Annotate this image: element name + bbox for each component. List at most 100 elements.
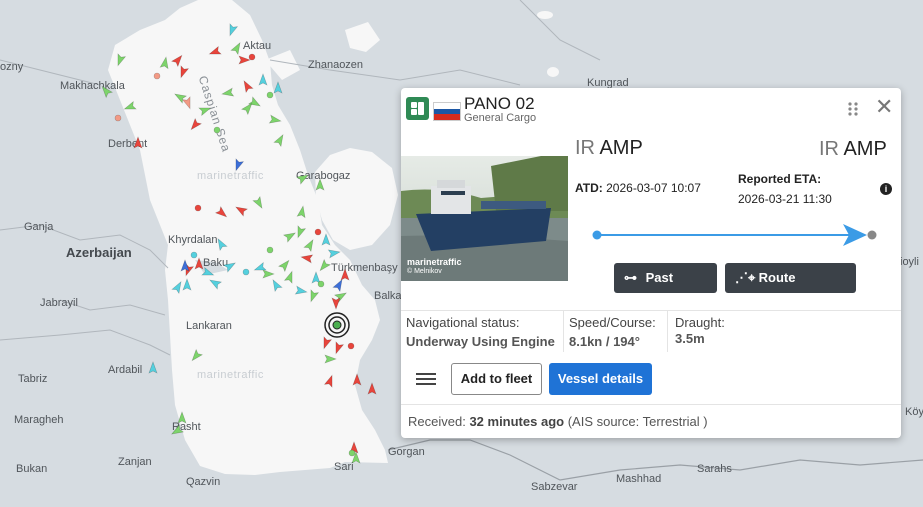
vessel-marker[interactable] (222, 260, 238, 273)
vessel-marker[interactable] (323, 374, 336, 388)
vessel-marker[interactable] (348, 449, 356, 457)
vessel-marker[interactable] (282, 230, 298, 243)
vessel-marker[interactable] (170, 424, 185, 437)
vessel-marker[interactable] (153, 72, 161, 80)
close-icon[interactable]: ✕ (875, 96, 893, 118)
vessel-marker[interactable] (182, 278, 192, 291)
route-forecast-icon: ⋰⌖ (735, 270, 756, 285)
vessel-marker[interactable] (188, 117, 203, 133)
vessel-marker[interactable] (230, 41, 243, 56)
vessel-marker[interactable] (170, 53, 185, 68)
vessel-marker[interactable] (194, 204, 202, 212)
vessel-marker[interactable] (252, 195, 265, 211)
vessel-marker[interactable] (340, 268, 350, 281)
vessel-marker[interactable] (99, 84, 114, 99)
vessel-photo[interactable]: marinetraffic © Melnikov (401, 156, 568, 281)
vessel-marker[interactable] (296, 205, 307, 219)
info-icon[interactable]: i (880, 183, 892, 195)
vessel-marker[interactable] (327, 248, 341, 259)
vessel-marker[interactable] (201, 266, 215, 279)
vessel-marker[interactable] (123, 100, 137, 113)
vessel-marker[interactable] (347, 342, 355, 350)
ais-source: (AIS source: Terrestrial ) (567, 414, 708, 429)
vessel-marker[interactable] (307, 289, 320, 303)
vessel-marker[interactable] (213, 126, 221, 134)
vessel-marker[interactable] (262, 269, 275, 279)
vessel-marker[interactable] (300, 253, 314, 264)
add-to-fleet-button[interactable]: Add to fleet (451, 363, 542, 395)
vessel-marker[interactable] (190, 251, 198, 259)
vessel-marker[interactable] (177, 411, 187, 424)
vessel-details-button[interactable]: Vessel details (549, 363, 652, 395)
voyage-progress (592, 224, 877, 246)
vessel-type: General Cargo (464, 112, 537, 124)
vessel-marker[interactable] (232, 158, 245, 172)
vessel-marker[interactable] (294, 285, 308, 296)
vessel-marker[interactable] (208, 45, 222, 58)
vessel-marker[interactable] (215, 237, 228, 252)
vessel-marker[interactable] (266, 246, 274, 254)
arrival-port-name: AMP (843, 138, 887, 160)
hamburger-menu-icon[interactable] (416, 371, 436, 387)
draught-label: Draught: (675, 315, 725, 330)
vessel-marker[interactable] (266, 91, 274, 99)
vessel-marker[interactable] (273, 133, 286, 148)
vessel-marker[interactable] (332, 278, 345, 293)
vessel-marker[interactable] (295, 172, 311, 185)
vessel-marker[interactable] (258, 73, 268, 86)
route-forecast-button[interactable]: ⋰⌖ Route forecast (725, 263, 856, 315)
vessel-marker[interactable] (242, 268, 250, 276)
past-track-icon: ⊶ (624, 270, 637, 285)
vessel-marker[interactable] (221, 87, 235, 98)
vessel-marker[interactable] (133, 136, 143, 149)
vessel-marker[interactable] (159, 56, 170, 70)
vessel-marker[interactable] (270, 278, 283, 293)
departure-port-name: AMP (599, 137, 643, 159)
vessel-marker[interactable] (277, 258, 292, 273)
vessel-marker[interactable] (181, 96, 194, 110)
received-label: Received: (408, 414, 466, 429)
vessel-popup: PANO 02 General Cargo ✕ marinetraffic © … (401, 88, 901, 438)
vessel-marker[interactable] (198, 104, 212, 117)
vessel-marker[interactable] (303, 238, 316, 253)
vessel-marker[interactable] (314, 228, 322, 236)
selected-vessel-target[interactable] (322, 310, 352, 340)
vessel-marker[interactable] (331, 297, 341, 310)
vessel-marker[interactable] (234, 204, 249, 217)
vessel-marker[interactable] (226, 23, 239, 37)
vessel-marker[interactable] (148, 361, 158, 374)
vessel-marker[interactable] (189, 348, 204, 364)
departure-port[interactable]: IR AMP (575, 137, 643, 160)
vessel-marker[interactable] (315, 178, 325, 191)
vessel-marker[interactable] (214, 205, 230, 220)
vessel-marker[interactable] (324, 354, 337, 364)
vessel-marker[interactable] (332, 341, 345, 355)
vessel-marker[interactable] (367, 382, 377, 395)
past-track-button[interactable]: ⊶ Past track (614, 263, 717, 315)
vessel-marker[interactable] (352, 373, 362, 386)
speed-course-label: Speed/Course: (569, 315, 656, 330)
arrival-port[interactable]: IR AMP (819, 138, 887, 161)
vessel-marker[interactable] (208, 277, 223, 290)
vessel-marker[interactable] (317, 280, 325, 288)
vessel-marker[interactable] (171, 280, 184, 295)
vessel-marker[interactable] (114, 114, 122, 122)
vessel-marker[interactable] (294, 225, 307, 239)
vessel-marker[interactable] (177, 65, 190, 79)
flag-russia-icon (433, 102, 461, 121)
vessel-marker[interactable] (283, 270, 296, 284)
vessel-marker[interactable] (194, 257, 204, 270)
vessel-marker[interactable] (311, 271, 321, 284)
vessel-marker[interactable] (248, 53, 256, 61)
drag-handle-icon[interactable] (847, 101, 859, 117)
vessel-marker[interactable] (241, 79, 254, 94)
vessel-marker[interactable] (268, 114, 282, 125)
vessel-marker[interactable] (238, 55, 251, 65)
vessel-marker[interactable] (273, 81, 283, 94)
arrival-country-code: IR (819, 138, 839, 160)
departure-country-code: IR (575, 137, 595, 159)
vessel-marker[interactable] (321, 233, 331, 246)
vessel-marker[interactable] (317, 258, 332, 274)
vessel-marker[interactable] (247, 96, 263, 109)
vessel-marker[interactable] (114, 53, 127, 67)
